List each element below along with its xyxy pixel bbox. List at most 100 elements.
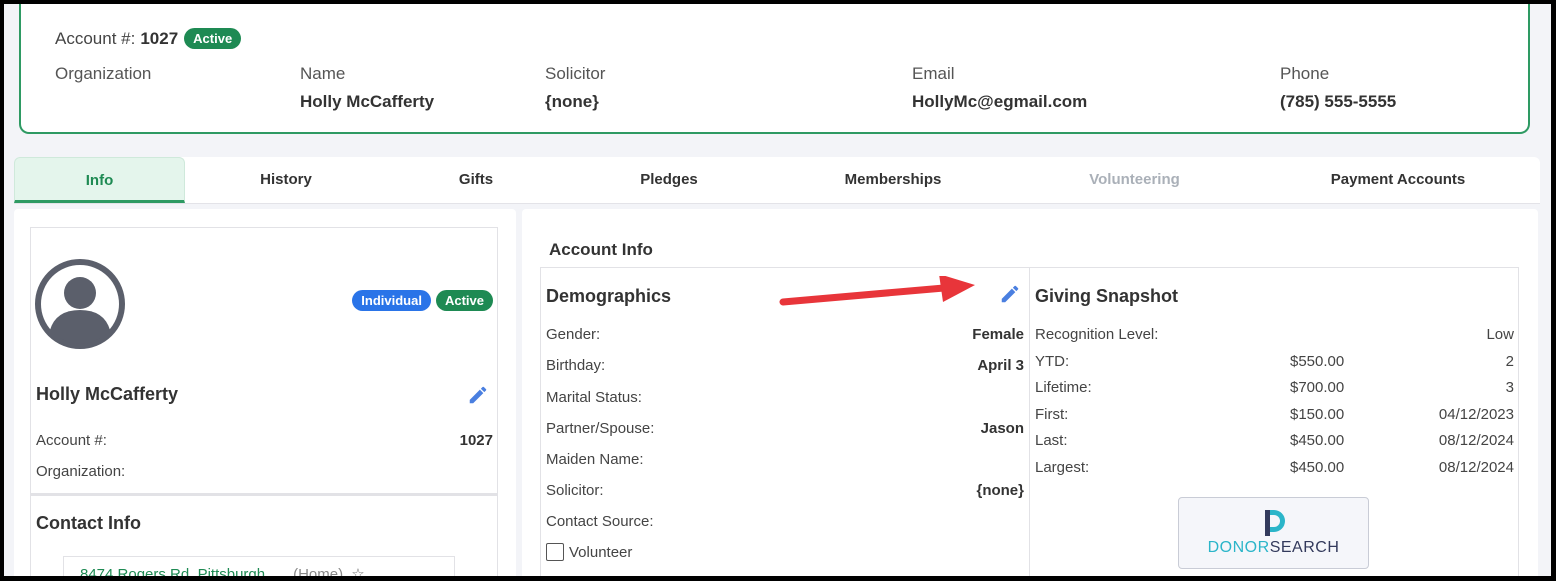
demographics-value: April 3 — [977, 357, 1024, 374]
profile-account-row: Account #: 1027 — [36, 432, 493, 449]
giving-label: Lifetime: — [1035, 379, 1092, 396]
phone-value[interactable]: (785) 555-5555 — [1280, 92, 1396, 112]
demographics-label: Birthday: — [546, 357, 606, 374]
donorsearch-part1: DONOR — [1207, 539, 1270, 556]
giving-label: Last: — [1035, 432, 1068, 449]
giving-row: YTD: $550.00 2 — [1035, 353, 1514, 373]
account-number: 1027 — [140, 28, 179, 48]
star-icon[interactable]: ☆ — [351, 566, 364, 576]
giving-row: Last: $450.00 08/12/2024 — [1035, 432, 1514, 452]
email-column: Email HollyMc@egmail.com — [912, 64, 1087, 112]
giving-label: First: — [1035, 406, 1069, 423]
donorsearch-button[interactable]: DONORSEARCH — [1178, 497, 1369, 569]
recognition-label: Recognition Level: — [1035, 326, 1159, 343]
giving-row: First: $150.00 04/12/2023 — [1035, 406, 1514, 426]
tab-payment-accounts[interactable]: Payment Accounts — [1256, 157, 1540, 203]
tab-pledges[interactable]: Pledges — [565, 157, 773, 203]
profile-organization-label: Organization: — [36, 463, 126, 480]
account-info-title: Account Info — [549, 240, 653, 259]
address-entry[interactable]: 8474 Rogers Rd, Pittsburgh (Home) ☆ — [63, 556, 455, 576]
volunteer-label: Volunteer — [569, 543, 633, 561]
status-badge: Active — [184, 28, 242, 49]
giving-amount: $700.00 — [1290, 379, 1345, 396]
edit-demographics-pencil-icon[interactable] — [999, 283, 1021, 305]
profile-organization-row: Organization: — [36, 463, 493, 480]
demographics-label: Solicitor: — [546, 482, 604, 499]
edit-profile-pencil-icon[interactable] — [467, 384, 489, 406]
donorsearch-wordmark: DONORSEARCH — [1179, 539, 1368, 557]
giving-extra: 3 — [1505, 379, 1514, 396]
giving-extra: 08/12/2024 — [1438, 432, 1514, 449]
giving-snapshot-title: Giving Snapshot — [1035, 286, 1179, 306]
phone-label: Phone — [1280, 64, 1330, 83]
profile-badges: Individual Active — [352, 290, 493, 311]
recognition-value: Low — [1486, 326, 1514, 343]
demographics-value: {none} — [976, 482, 1024, 499]
demographics-label: Marital Status: — [546, 389, 642, 406]
tab-volunteering: Volunteering — [1089, 171, 1180, 188]
giving-amount: $450.00 — [1290, 459, 1345, 476]
giving-row: Largest: $450.00 08/12/2024 — [1035, 459, 1514, 479]
profile-card: Individual Active Holly McCafferty Accou… — [30, 227, 498, 494]
demographics-value: Jason — [980, 420, 1024, 437]
annotation-arrow-icon — [779, 276, 975, 306]
address-link[interactable]: 8474 Rogers Rd, Pittsburgh — [80, 566, 265, 576]
demographics-row: Gender: Female — [546, 326, 1024, 343]
donorsearch-part2: SEARCH — [1269, 539, 1340, 556]
account-header: Account #: 1027 Active Organization Name… — [19, 4, 1530, 134]
profile-status-badge: Active — [435, 290, 493, 311]
organization-label: Organization — [55, 64, 152, 83]
giving-row: Lifetime: $700.00 3 — [1035, 379, 1514, 399]
demographics-row: Birthday: April 3 — [546, 357, 1024, 374]
solicitor-value: {none} — [545, 92, 599, 111]
giving-amount: $550.00 — [1290, 353, 1345, 370]
volunteer-checkbox-row[interactable]: Volunteer — [546, 543, 1024, 561]
solicitor-column: Solicitor {none} — [545, 64, 605, 112]
solicitor-label: Solicitor — [545, 64, 606, 83]
giving-snapshot-section: Giving Snapshot Recognition Level: Low Y… — [1030, 267, 1519, 576]
giving-label: Largest: — [1035, 459, 1090, 476]
organization-column: Organization — [55, 64, 151, 84]
demographics-row: Contact Source: — [546, 513, 1024, 530]
email-value[interactable]: HollyMc@egmail.com — [912, 92, 1087, 112]
giving-extra: 2 — [1505, 353, 1514, 370]
profile-account-value: 1027 — [459, 432, 493, 449]
recognition-row: Recognition Level: Low — [1035, 326, 1514, 346]
phone-column: Phone (785) 555-5555 — [1280, 64, 1396, 112]
contact-info-title: Contact Info — [36, 513, 141, 533]
tab-bar: Info History Gifts Pledges Memberships V… — [14, 157, 1540, 204]
account-label: Account #: — [55, 28, 136, 48]
profile-panel: Individual Active Holly McCafferty Accou… — [14, 209, 516, 576]
name-label: Name — [300, 64, 346, 83]
giving-extra: 08/12/2024 — [1438, 459, 1514, 476]
profile-name: Holly McCafferty — [36, 384, 179, 404]
profile-account-label: Account #: — [36, 432, 107, 449]
demographics-label: Maiden Name: — [546, 451, 644, 468]
demographics-title: Demographics — [546, 286, 672, 306]
name-column: Name Holly McCafferty — [300, 64, 434, 112]
tab-info[interactable]: Info — [14, 157, 185, 203]
tab-history[interactable]: History — [185, 157, 387, 203]
demographics-label: Contact Source: — [546, 513, 654, 530]
account-line: Account #: 1027 Active — [55, 28, 242, 49]
demographics-value: Female — [972, 326, 1024, 343]
demographics-row: Partner/Spouse: Jason — [546, 420, 1024, 437]
app-frame: Account #: 1027 Active Organization Name… — [4, 4, 1551, 576]
email-label: Email — [912, 64, 955, 83]
giving-extra: 04/12/2023 — [1438, 406, 1514, 423]
demographics-label: Gender: — [546, 326, 601, 343]
giving-label: YTD: — [1035, 353, 1070, 370]
demographics-row: Maiden Name: — [546, 451, 1024, 468]
giving-amount: $450.00 — [1290, 432, 1345, 449]
account-info-panel: Account Info Demographics Gender: Female… — [522, 209, 1538, 576]
tab-memberships[interactable]: Memberships — [773, 157, 1013, 203]
volunteer-checkbox[interactable] — [546, 543, 564, 561]
demographics-row: Marital Status: — [546, 389, 1024, 406]
donorsearch-logo-icon — [1265, 510, 1285, 536]
name-value: Holly McCafferty — [300, 92, 435, 111]
demographics-row: Solicitor: {none} — [546, 482, 1024, 499]
address-type: (Home) — [293, 566, 344, 576]
contact-info-section: Contact Info 8474 Rogers Rd, Pittsburgh (… — [30, 494, 498, 576]
giving-amount: $150.00 — [1290, 406, 1345, 423]
tab-gifts[interactable]: Gifts — [387, 157, 565, 203]
